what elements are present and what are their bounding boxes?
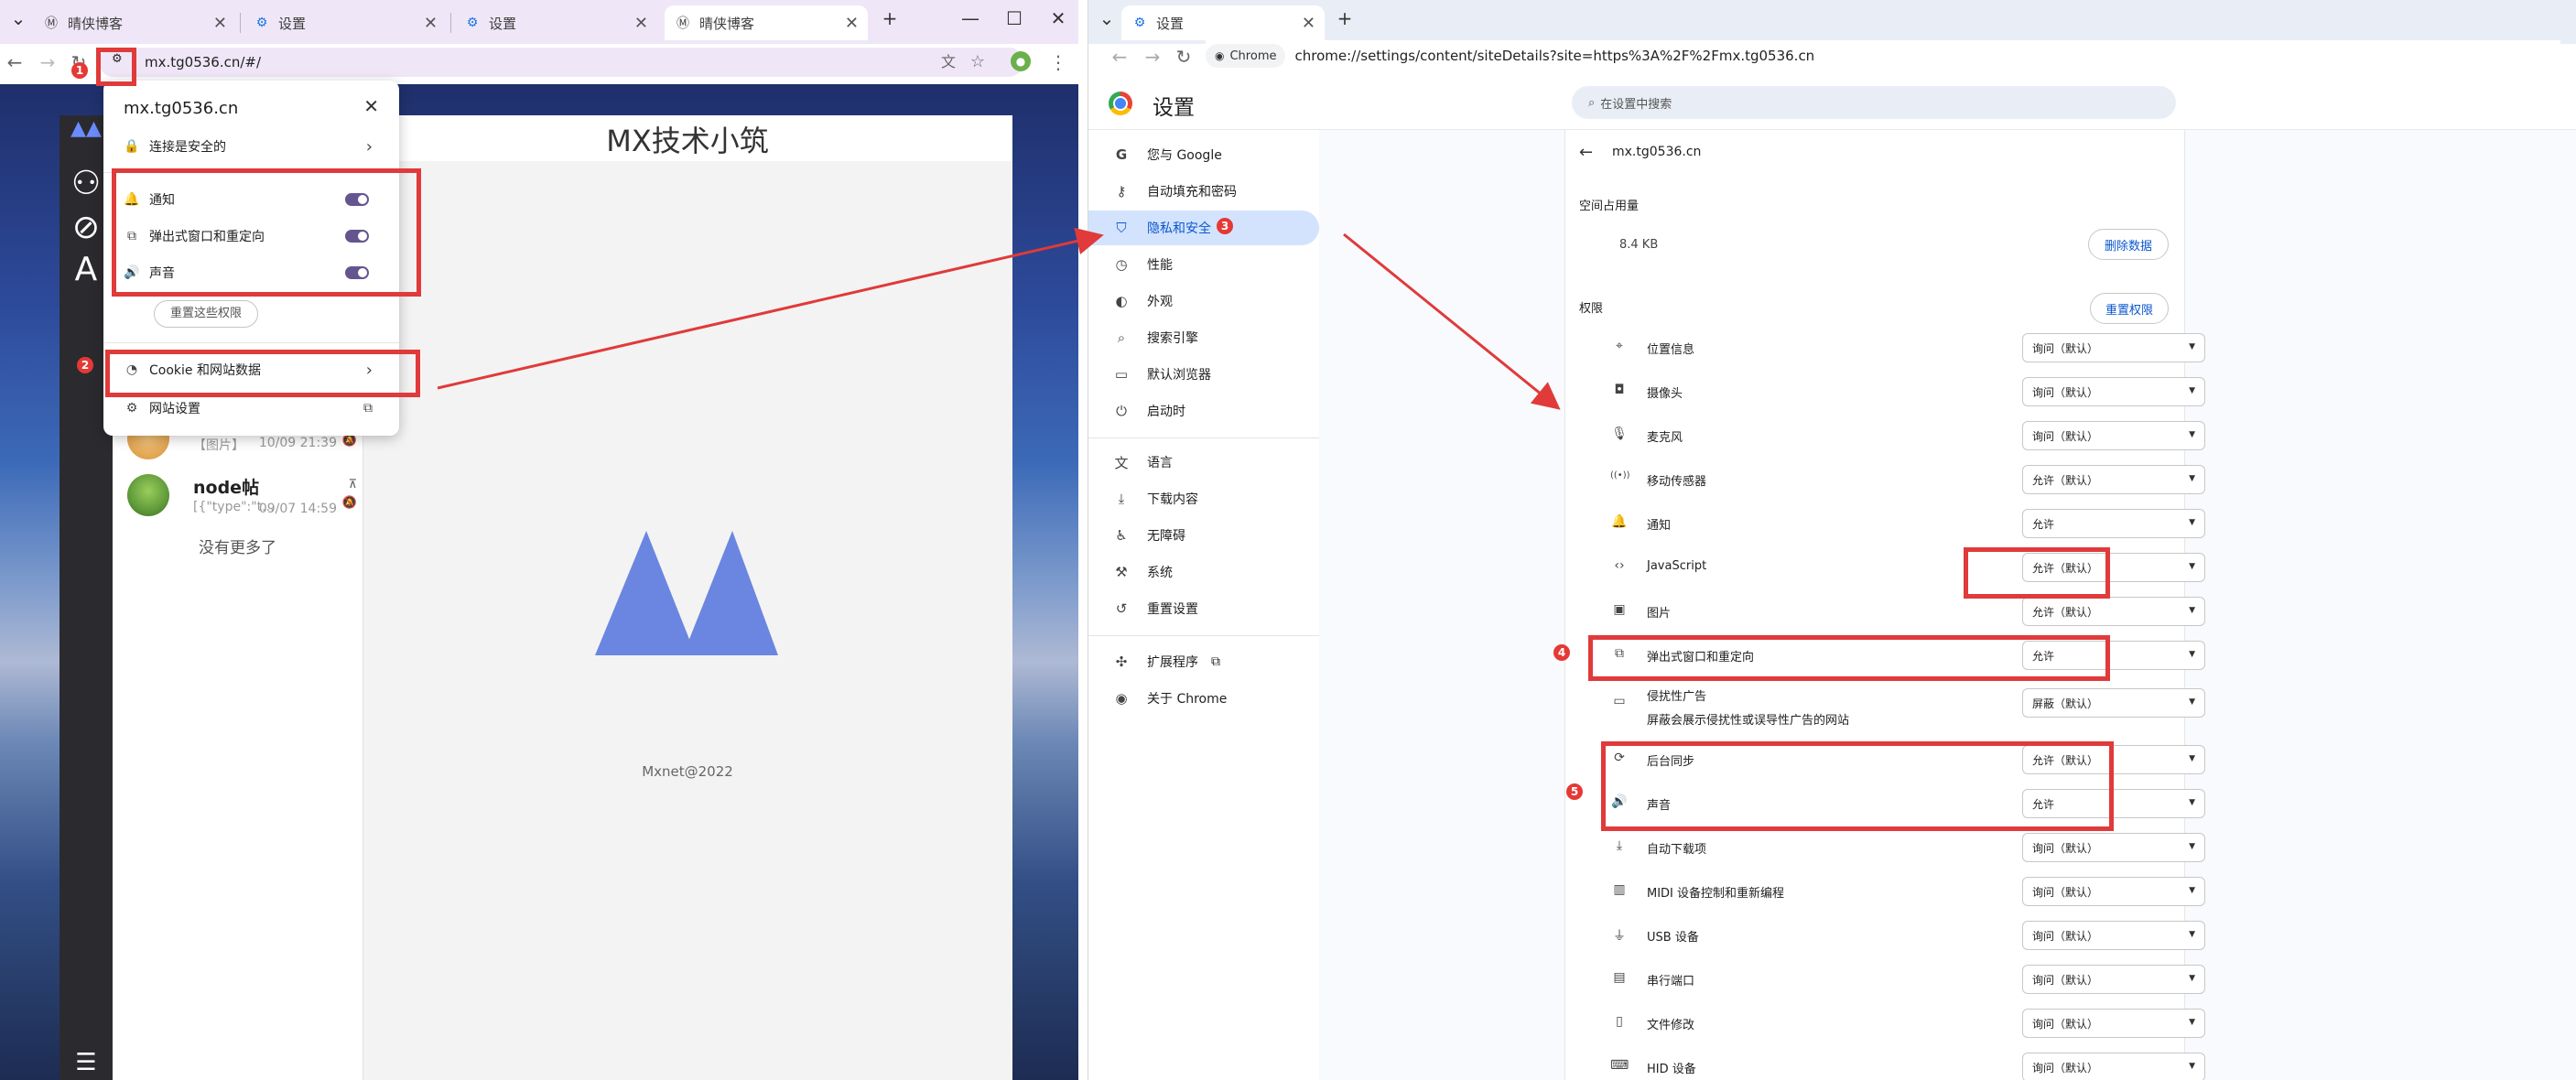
annotation-arrows: [437, 227, 1561, 410]
arrow-to-privacy: [437, 227, 1104, 390]
arrow-to-permissions: [1343, 232, 1561, 410]
